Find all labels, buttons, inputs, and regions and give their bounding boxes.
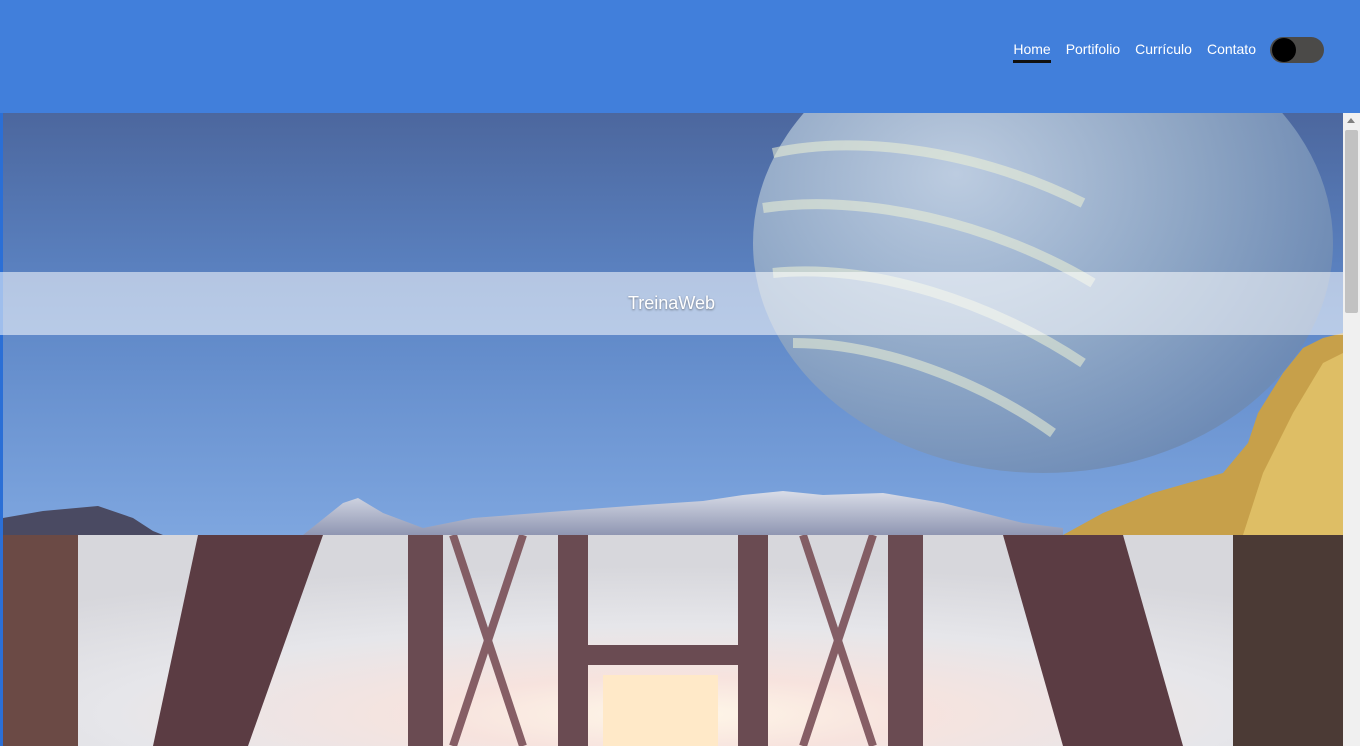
site-header: Home Portifolio Currículo Contato <box>0 0 1360 113</box>
nav-item-home[interactable]: Home <box>1013 36 1052 63</box>
hero-title: TreinaWeb <box>627 293 716 313</box>
main-nav: Home Portifolio Currículo Contato <box>1013 36 1256 63</box>
nav-item-portifolio[interactable]: Portifolio <box>1066 36 1120 62</box>
bridge-image <box>3 535 1343 746</box>
theme-toggle[interactable] <box>1270 37 1324 63</box>
nav-item-contato[interactable]: Contato <box>1207 36 1256 62</box>
vertical-scrollbar[interactable] <box>1343 113 1360 746</box>
scroll-up-arrow-icon[interactable] <box>1347 118 1355 123</box>
scrollbar-thumb[interactable] <box>1345 130 1358 313</box>
toggle-knob <box>1272 38 1296 62</box>
hero-image-bridge <box>3 535 1343 746</box>
nav-item-curriculo[interactable]: Currículo <box>1135 36 1192 62</box>
